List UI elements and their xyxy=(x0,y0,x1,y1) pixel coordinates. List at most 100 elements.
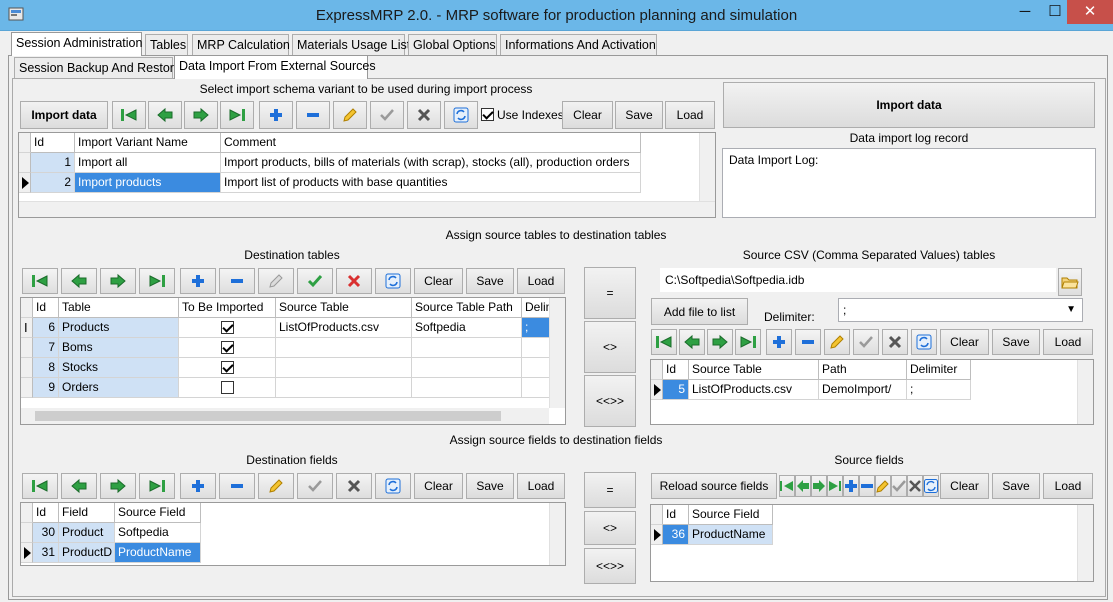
src-col-id[interactable]: Id xyxy=(663,360,689,380)
table-row-source-table[interactable]: ListOfProducts.csv xyxy=(276,318,412,338)
next-record-button[interactable] xyxy=(184,101,218,129)
sf-col-source-field[interactable]: Source Field xyxy=(689,505,773,525)
tab-session-backup-restore[interactable]: Session Backup And Restore xyxy=(14,57,181,79)
tab-tables[interactable]: Tables xyxy=(145,34,188,56)
table-row-id[interactable]: 2 xyxy=(31,173,75,193)
table-row-source-table[interactable] xyxy=(276,338,412,358)
dest-fields-vscrollbar[interactable] xyxy=(549,503,565,565)
field-assign-all-button[interactable]: <<>> xyxy=(584,548,636,584)
delete-record-button[interactable] xyxy=(296,101,330,129)
next-record-button[interactable] xyxy=(100,473,136,499)
prior-record-button[interactable] xyxy=(679,329,705,355)
dest-tables-load-button[interactable]: Load xyxy=(517,268,565,294)
prior-record-button[interactable] xyxy=(61,268,97,294)
table-row-source-field[interactable]: ProductName xyxy=(689,525,773,545)
table-row-field[interactable]: Product xyxy=(59,523,115,543)
first-record-button[interactable] xyxy=(651,329,677,355)
assign-equal-button[interactable]: = xyxy=(584,267,636,319)
table-row-table[interactable]: Orders xyxy=(59,378,179,398)
post-edit-button[interactable] xyxy=(853,329,879,355)
cancel-edit-button[interactable] xyxy=(407,101,441,129)
schema-vscrollbar[interactable] xyxy=(699,133,715,201)
last-record-button[interactable] xyxy=(735,329,761,355)
edit-record-button[interactable] xyxy=(333,101,367,129)
to-be-imported-checkbox[interactable] xyxy=(179,318,276,338)
table-row-table[interactable]: Boms xyxy=(59,338,179,358)
table-row-id[interactable]: 9 xyxy=(33,378,59,398)
fields-col-source-field[interactable]: Source Field xyxy=(115,503,201,523)
add-record-button[interactable] xyxy=(180,268,216,294)
table-row-id[interactable]: 31 xyxy=(33,543,59,563)
add-record-button[interactable] xyxy=(259,101,293,129)
dest-fields-load-button[interactable]: Load xyxy=(517,473,565,499)
add-record-button[interactable] xyxy=(766,329,792,355)
first-record-button[interactable] xyxy=(22,473,58,499)
open-folder-button[interactable] xyxy=(1058,268,1082,296)
source-fields-save-button[interactable]: Save xyxy=(992,473,1040,499)
refresh-button[interactable] xyxy=(923,475,939,497)
source-fields-load-button[interactable]: Load xyxy=(1043,473,1093,499)
prior-record-button[interactable] xyxy=(795,475,811,497)
table-row-source-path[interactable] xyxy=(412,378,522,398)
prior-record-button[interactable] xyxy=(61,473,97,499)
table-row-source-path[interactable] xyxy=(412,338,522,358)
schema-save-button[interactable]: Save xyxy=(615,101,663,129)
table-row-table[interactable]: Products xyxy=(59,318,179,338)
dest-fields-clear-button[interactable]: Clear xyxy=(414,473,463,499)
table-row-path[interactable]: DemoImport/ xyxy=(819,380,907,400)
dest-tables-save-button[interactable]: Save xyxy=(466,268,514,294)
source-tables-save-button[interactable]: Save xyxy=(992,329,1040,355)
add-record-button[interactable] xyxy=(843,475,859,497)
dest-col-delim[interactable]: Delim xyxy=(522,298,550,318)
table-row-id[interactable]: 6 xyxy=(33,318,59,338)
prior-record-button[interactable] xyxy=(148,101,182,129)
schema-col-name[interactable]: Import Variant Name xyxy=(75,133,221,153)
delete-record-button[interactable] xyxy=(859,475,875,497)
maximize-button[interactable]: ☐ xyxy=(1040,0,1070,24)
tab-mrp-calculation[interactable]: MRP Calculation xyxy=(192,34,290,56)
source-tables-clear-button[interactable]: Clear xyxy=(940,329,989,355)
refresh-button[interactable] xyxy=(911,329,937,355)
field-assign-diff-button[interactable]: <> xyxy=(584,511,636,545)
dest-col-source-path[interactable]: Source Table Path xyxy=(412,298,522,318)
cancel-edit-button[interactable] xyxy=(336,268,372,294)
first-record-button[interactable] xyxy=(112,101,146,129)
table-row-source-field[interactable]: ProductName xyxy=(115,543,201,563)
first-record-button[interactable] xyxy=(779,475,795,497)
table-row-id[interactable]: 7 xyxy=(33,338,59,358)
tab-global-options[interactable]: Global Options xyxy=(408,34,497,56)
assign-all-button[interactable]: <<>> xyxy=(584,375,636,427)
add-file-button[interactable]: Add file to list xyxy=(651,298,748,325)
edit-record-button[interactable] xyxy=(258,268,294,294)
delimiter-select[interactable]: ; ▼ xyxy=(838,298,1083,322)
use-indexes-checkbox[interactable] xyxy=(481,108,494,124)
table-row-source-table[interactable] xyxy=(276,378,412,398)
table-row-id[interactable]: 36 xyxy=(663,525,689,545)
next-record-button[interactable] xyxy=(707,329,733,355)
next-record-button[interactable] xyxy=(811,475,827,497)
next-record-button[interactable] xyxy=(100,268,136,294)
dest-col-to-be-imported[interactable]: To Be Imported xyxy=(179,298,276,318)
dest-tables-clear-button[interactable]: Clear xyxy=(414,268,463,294)
close-button[interactable]: ✕ xyxy=(1067,0,1113,24)
table-row-id[interactable]: 5 xyxy=(663,380,689,400)
log-import-data-button[interactable]: Import data xyxy=(723,82,1095,128)
edit-record-button[interactable] xyxy=(875,475,891,497)
cancel-edit-button[interactable] xyxy=(336,473,372,499)
table-row-delim[interactable] xyxy=(522,338,550,358)
sf-col-id[interactable]: Id xyxy=(663,505,689,525)
table-row-delim[interactable]: ; xyxy=(522,318,550,338)
cancel-edit-button[interactable] xyxy=(907,475,923,497)
source-path-field[interactable]: C:\Softpedia\Softpedia.idb xyxy=(660,268,1056,292)
table-row-name[interactable]: Import products xyxy=(75,173,221,193)
edit-record-button[interactable] xyxy=(824,329,850,355)
post-edit-button[interactable] xyxy=(297,268,333,294)
refresh-button[interactable] xyxy=(375,268,411,294)
assign-diff-button[interactable]: <> xyxy=(584,321,636,373)
delete-record-button[interactable] xyxy=(219,268,255,294)
schema-hscrollbar[interactable] xyxy=(19,201,715,217)
dest-col-source-table[interactable]: Source Table xyxy=(276,298,412,318)
cancel-edit-button[interactable] xyxy=(882,329,908,355)
table-row-name[interactable]: Import all xyxy=(75,153,221,173)
table-row-delimiter[interactable]: ; xyxy=(907,380,971,400)
